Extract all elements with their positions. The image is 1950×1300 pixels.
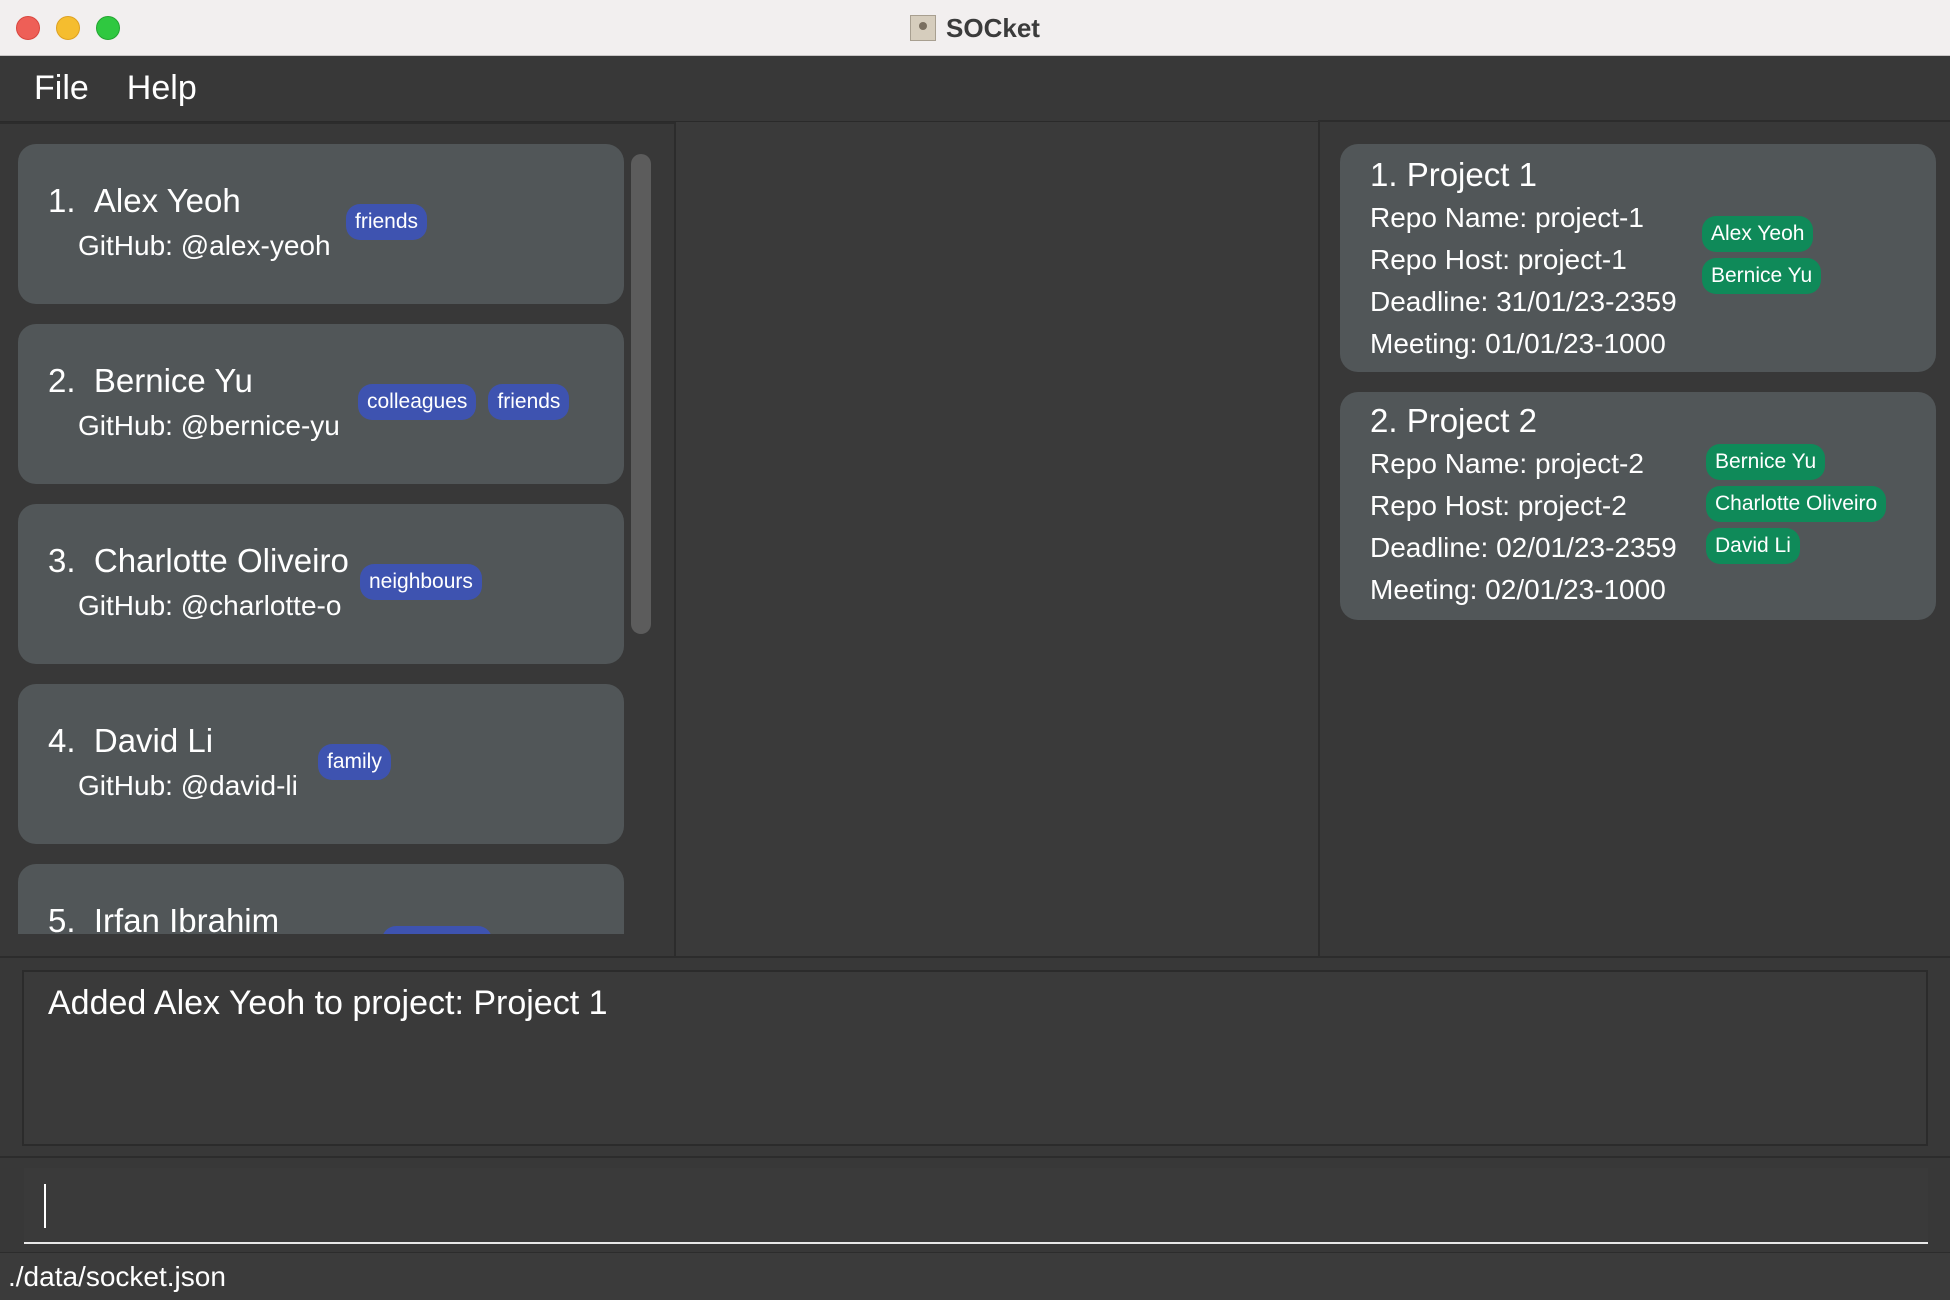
member-badge: David Li: [1706, 528, 1800, 564]
result-message: Added Alex Yeoh to project: Project 1: [48, 984, 608, 1022]
window-title: SOCket: [946, 12, 1040, 43]
person-github: GitHub: @bernice-yu: [78, 410, 340, 441]
project-card[interactable]: 1. Project 1 Repo Name: project-1 Repo H…: [1340, 144, 1936, 372]
person-card[interactable]: 2. Bernice Yu GitHub: @bernice-yu collea…: [18, 324, 624, 484]
data-file-path: ./data/socket.json: [8, 1261, 226, 1292]
project-card[interactable]: 2. Project 2 Repo Name: project-2 Repo H…: [1340, 392, 1936, 620]
person-card[interactable]: 4. David Li GitHub: @david-li family: [18, 684, 624, 844]
person-card[interactable]: 5. Irfan Ibrahim: [18, 864, 624, 934]
status-bar: ./data/socket.json: [0, 1252, 1950, 1300]
app-icon: [910, 15, 937, 41]
window-title-group: SOCket: [0, 0, 1950, 56]
menu-help[interactable]: Help: [127, 69, 197, 108]
command-box-panel: [0, 1156, 1950, 1252]
person-card[interactable]: 1. Alex Yeoh GitHub: @alex-yeoh friends: [18, 144, 624, 304]
command-input[interactable]: [24, 1168, 1928, 1244]
person-name: 2. Bernice Yu: [48, 362, 253, 399]
person-name: 1. Alex Yeoh: [48, 182, 241, 219]
title-bar: SOCket: [0, 0, 1950, 56]
person-github: GitHub: @charlotte-o: [78, 590, 342, 621]
person-tags: [382, 926, 492, 934]
project-deadline: Deadline: 31/01/23-2359: [1370, 286, 1677, 317]
person-name: 5. Irfan Ibrahim: [48, 902, 280, 934]
person-tags: neighbours: [360, 564, 482, 600]
project-meeting: Meeting: 01/01/23-1000: [1370, 328, 1666, 359]
project-repo-host: Repo Host: project-1: [1370, 244, 1627, 275]
tag-badge: colleagues: [358, 384, 477, 420]
project-title: 1. Project 1: [1370, 156, 1537, 193]
project-members: Bernice Yu Charlotte Oliveiro David Li: [1706, 444, 1887, 564]
tag-badge: [382, 926, 492, 934]
person-tags: friends: [346, 204, 428, 240]
menu-bar: File Help: [0, 56, 1950, 122]
person-name: 3. Charlotte Oliveiro: [48, 542, 349, 579]
person-github: GitHub: @alex-yeoh: [78, 230, 331, 261]
member-badge: Bernice Yu: [1702, 258, 1822, 294]
project-members: Alex Yeoh Bernice Yu: [1702, 216, 1822, 294]
text-caret: [44, 1184, 46, 1228]
result-display-panel: Added Alex Yeoh to project: Project 1: [0, 956, 1950, 1156]
tag-badge: family: [318, 744, 391, 780]
project-meeting: Meeting: 02/01/23-1000: [1370, 574, 1666, 605]
person-tags: family: [318, 744, 391, 780]
project-title: 2. Project 2: [1370, 402, 1537, 439]
project-deadline: Deadline: 02/01/23-2359: [1370, 532, 1677, 563]
person-card[interactable]: 3. Charlotte Oliveiro GitHub: @charlotte…: [18, 504, 624, 664]
person-tags: colleagues friends: [358, 384, 570, 420]
project-list-panel: 1. Project 1 Repo Name: project-1 Repo H…: [1318, 120, 1950, 956]
project-repo-name: Repo Name: project-2: [1370, 448, 1644, 479]
tag-badge: neighbours: [360, 564, 482, 600]
person-github: GitHub: @david-li: [78, 770, 298, 801]
menu-file[interactable]: File: [34, 69, 89, 108]
tag-badge: friends: [488, 384, 570, 420]
member-badge: Charlotte Oliveiro: [1706, 486, 1887, 522]
person-list-panel: 1. Alex Yeoh GitHub: @alex-yeoh friends …: [0, 122, 676, 956]
member-badge: Bernice Yu: [1706, 444, 1826, 480]
result-display[interactable]: Added Alex Yeoh to project: Project 1: [22, 970, 1928, 1146]
person-list-scrollbar[interactable]: [631, 154, 651, 634]
person-list[interactable]: 1. Alex Yeoh GitHub: @alex-yeoh friends …: [18, 144, 624, 934]
empty-center-area: [678, 122, 1318, 956]
project-repo-name: Repo Name: project-1: [1370, 202, 1644, 233]
member-badge: Alex Yeoh: [1702, 216, 1814, 252]
tag-badge: friends: [346, 204, 428, 240]
project-repo-host: Repo Host: project-2: [1370, 490, 1627, 521]
person-name: 4. David Li: [48, 722, 214, 759]
